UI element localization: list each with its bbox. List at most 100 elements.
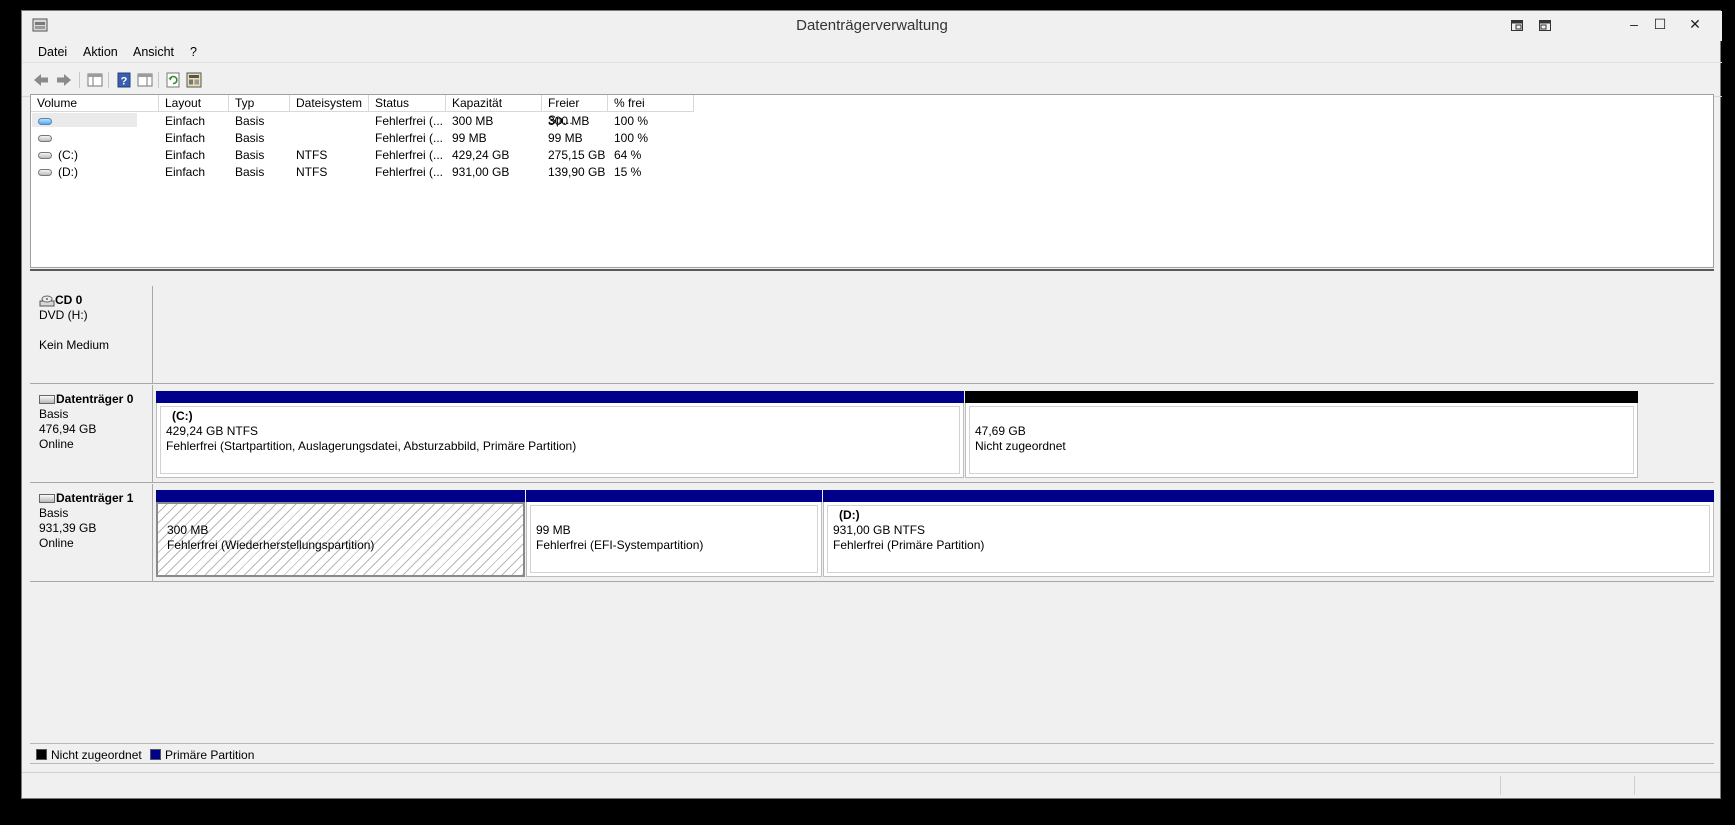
col-header-freier-speicher[interactable]: Freier Sp... <box>542 95 608 127</box>
table-cell[interactable]: Einfach <box>159 113 229 129</box>
legend-swatch-primary <box>150 749 161 760</box>
refresh-icon[interactable] <box>164 71 182 89</box>
col-header-layout[interactable]: Layout <box>159 95 229 112</box>
table-cell[interactable]: NTFS <box>290 164 369 180</box>
table-cell[interactable]: 429,24 GB <box>446 147 542 163</box>
partition-size: 931,00 GB NTFS <box>833 523 926 537</box>
table-row-volume[interactable] <box>32 130 158 146</box>
disk-title: CD 0 <box>55 293 83 307</box>
volume-icon <box>38 118 52 126</box>
partition-size: 47,69 GB <box>975 424 1026 438</box>
disk-size: 931,39 GB <box>39 521 97 535</box>
window-title: Datenträgerverwaltung <box>796 17 948 34</box>
table-row-volume[interactable] <box>32 113 158 129</box>
table-cell[interactable]: NTFS <box>290 147 369 163</box>
disk-label-disk0[interactable]: Datenträger 0 Basis 476,94 GB Online <box>30 385 153 482</box>
partition-status: Fehlerfrei (Startpartition, Auslagerungs… <box>166 439 577 453</box>
partition-size: 429,24 GB NTFS <box>166 424 259 438</box>
volume-icon <box>38 169 52 177</box>
partition-d[interactable]: (D:) 931,00 GB NTFS Fehlerfrei (Primäre … <box>823 490 1714 577</box>
properties-icon[interactable] <box>136 71 154 89</box>
rescan-disks-icon[interactable] <box>185 71 203 89</box>
svg-text:?: ? <box>121 76 128 88</box>
partition-title: (C:) <box>172 409 193 423</box>
forward-arrow-icon[interactable] <box>55 71 73 89</box>
partition-status: Fehlerfrei (EFI-Systempartition) <box>536 538 704 552</box>
table-cell[interactable]: 100 % <box>608 113 694 129</box>
table-cell[interactable]: Basis <box>229 113 290 129</box>
toolbar: ? <box>22 63 1722 97</box>
table-cell[interactable]: 300 MB <box>542 113 608 129</box>
help-icon[interactable]: ? <box>115 71 133 89</box>
table-cell[interactable]: Basis <box>229 164 290 180</box>
restore-view-icon[interactable] <box>1502 13 1532 35</box>
table-cell[interactable]: 275,15 GB <box>542 147 608 163</box>
table-cell[interactable]: Fehlerfrei (... <box>369 164 446 180</box>
hard-disk-icon <box>39 395 55 405</box>
volume-list: Volume Layout Typ Dateisystem Status Kap… <box>30 94 1714 268</box>
table-cell[interactable]: Einfach <box>159 164 229 180</box>
col-header-volume[interactable]: Volume <box>31 95 159 112</box>
disk-state: Online <box>39 536 74 550</box>
table-cell[interactable] <box>290 113 369 129</box>
table-cell[interactable]: Basis <box>229 147 290 163</box>
partition-status: Fehlerfrei (Wiederherstellungspartition) <box>167 538 375 552</box>
menu-bar: Datei Aktion Ansicht ? <box>22 41 1722 63</box>
partition-type-bar <box>156 490 525 502</box>
table-cell[interactable]: 99 MB <box>446 130 542 146</box>
show-hide-console-tree-icon[interactable] <box>86 71 104 89</box>
menu-help[interactable]: ? <box>190 45 197 59</box>
table-cell[interactable]: Fehlerfrei (... <box>369 130 446 146</box>
disk-type: Basis <box>39 407 69 421</box>
cd-drive-icon <box>39 295 55 307</box>
partition-type-bar <box>526 490 822 502</box>
col-header-kapazitaet[interactable]: Kapazität <box>446 95 542 112</box>
disk-size: 476,94 GB <box>39 422 97 436</box>
col-header-status[interactable]: Status <box>369 95 446 112</box>
table-row-volume[interactable]: (D:) <box>32 164 158 180</box>
hard-disk-icon <box>39 494 55 504</box>
table-cell[interactable]: 100 % <box>608 130 694 146</box>
table-cell[interactable]: Fehlerfrei (... <box>369 147 446 163</box>
partition-unallocated[interactable]: 47,69 GB Nicht zugeordnet <box>965 391 1638 478</box>
table-cell[interactable]: 139,90 GB <box>542 164 608 180</box>
disk-label-cd0[interactable]: CD 0 DVD (H:) Kein Medium <box>30 286 153 383</box>
volume-icon <box>38 152 52 160</box>
partition-c[interactable]: (C:) 429,24 GB NTFS Fehlerfrei (Startpar… <box>156 391 964 478</box>
status-bar <box>22 772 1720 798</box>
table-cell[interactable]: Fehlerfrei (... <box>369 113 446 129</box>
menu-datei[interactable]: Datei <box>38 45 67 59</box>
disk-management-window: Datenträgerverwaltung – ☐ ✕ Datei Aktion… <box>21 10 1722 799</box>
legend-label-unallocated: Nicht zugeordnet <box>51 748 142 762</box>
disk-row-disk1: Datenträger 1 Basis 931,39 GB Online 300… <box>30 484 1714 582</box>
legend-swatch-unallocated <box>36 749 47 760</box>
table-cell[interactable]: 99 MB <box>542 130 608 146</box>
table-cell[interactable]: 64 % <box>608 147 694 163</box>
partition-recovery[interactable]: 300 MB Fehlerfrei (Wiederherstellungspar… <box>156 490 525 577</box>
partition-efi[interactable]: 99 MB Fehlerfrei (EFI-Systempartition) <box>526 490 822 577</box>
col-header-dateisystem[interactable]: Dateisystem <box>290 95 369 112</box>
title-bar: Datenträgerverwaltung – ☐ ✕ <box>22 11 1722 41</box>
table-cell[interactable] <box>290 130 369 146</box>
disk-state: Online <box>39 437 74 451</box>
disk-label-disk1[interactable]: Datenträger 1 Basis 931,39 GB Online <box>30 484 153 581</box>
volume-icon <box>38 135 52 143</box>
col-header-typ[interactable]: Typ <box>229 95 290 112</box>
table-row-volume[interactable]: (C:) <box>32 147 158 163</box>
pin-window-icon[interactable] <box>1530 13 1560 35</box>
partition-type-bar <box>965 391 1638 403</box>
menu-ansicht[interactable]: Ansicht <box>133 45 174 59</box>
table-cell[interactable]: 300 MB <box>446 113 542 129</box>
status-bar-divider <box>1500 776 1501 795</box>
partition-status: Fehlerfrei (Primäre Partition) <box>833 538 985 552</box>
col-header-prozent-frei[interactable]: % frei <box>608 95 694 112</box>
table-cell[interactable]: Basis <box>229 130 290 146</box>
back-arrow-icon[interactable] <box>32 71 50 89</box>
table-cell[interactable]: 931,00 GB <box>446 164 542 180</box>
table-cell[interactable]: 15 % <box>608 164 694 180</box>
menu-aktion[interactable]: Aktion <box>83 45 118 59</box>
table-cell[interactable]: Einfach <box>159 147 229 163</box>
close-button[interactable]: ✕ <box>1672 13 1718 35</box>
maximize-button[interactable]: ☐ <box>1645 13 1675 35</box>
table-cell[interactable]: Einfach <box>159 130 229 146</box>
